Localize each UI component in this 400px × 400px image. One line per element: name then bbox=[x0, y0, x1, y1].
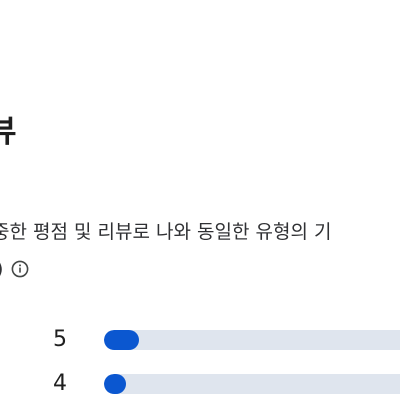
rating-row-4: 4 bbox=[0, 368, 400, 400]
ratings-reviews-page: 뷰 중한 평점 및 리뷰로 나와 동일한 유형의 기 ) 5 4 bbox=[0, 0, 400, 400]
rating-label: 5 bbox=[53, 327, 67, 352]
rating-label: 4 bbox=[53, 371, 67, 396]
rating-bar-fill bbox=[104, 330, 140, 350]
rating-bar-track bbox=[104, 330, 400, 350]
ratings-description: 중한 평점 및 리뷰로 나와 동일한 유형의 기 bbox=[0, 221, 332, 243]
rating-bar-fill bbox=[104, 374, 127, 394]
description-tail: ) bbox=[0, 255, 29, 283]
section-title: 뷰 bbox=[0, 114, 17, 150]
info-circle-icon[interactable] bbox=[11, 260, 29, 278]
rating-bar-track bbox=[104, 374, 400, 394]
description-tail-text: ) bbox=[0, 258, 3, 280]
rating-row-5: 5 bbox=[0, 324, 400, 356]
